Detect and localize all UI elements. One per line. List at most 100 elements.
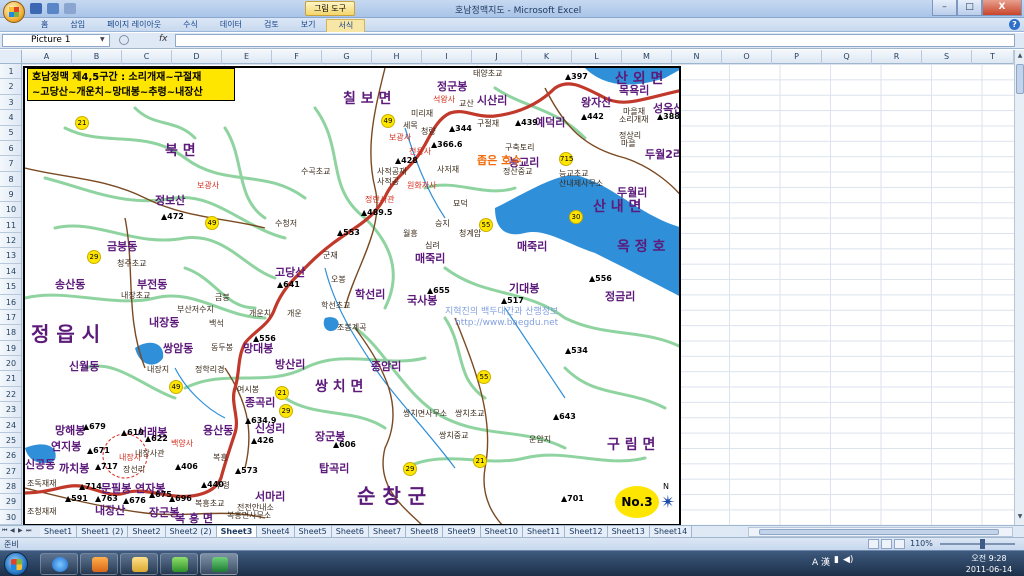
column-header[interactable]: T xyxy=(972,50,1014,64)
row-header[interactable]: 12 xyxy=(0,233,21,249)
vertical-scroll-thumb[interactable] xyxy=(1016,64,1024,94)
column-header[interactable]: G xyxy=(322,50,372,64)
column-header[interactable]: K xyxy=(522,50,572,64)
name-box-dropdown-icon[interactable]: ▼ xyxy=(100,36,105,43)
column-header[interactable]: L xyxy=(572,50,622,64)
page-break-view-icon[interactable] xyxy=(894,539,905,549)
row-header[interactable]: 25 xyxy=(0,433,21,449)
taskbar-ie[interactable] xyxy=(40,553,78,575)
column-header[interactable]: N xyxy=(672,50,722,64)
ribbon-tab[interactable]: 페이지 레이아웃 xyxy=(96,19,172,32)
sheet-tab[interactable]: Sheet10 xyxy=(480,526,523,537)
last-sheet-icon[interactable]: ⏭ xyxy=(26,527,32,535)
taskbar-app-green[interactable] xyxy=(160,553,198,575)
map-picture[interactable]: 호남정맥 제4,5구간 : 소리개재~구절재 ~고당산~개운치~망대봉~추령~내… xyxy=(23,66,681,526)
column-header[interactable]: S xyxy=(922,50,972,64)
sheet-tab[interactable]: Sheet14 xyxy=(649,526,693,537)
sheet-tab[interactable]: Sheet12 xyxy=(565,526,608,537)
row-header[interactable]: 27 xyxy=(0,464,21,479)
page-layout-view-icon[interactable] xyxy=(881,539,892,549)
formula-input[interactable] xyxy=(175,34,1015,47)
column-header[interactable]: C xyxy=(122,50,172,64)
sheet-tab[interactable]: Sheet2 xyxy=(128,526,166,537)
scroll-up-icon[interactable]: ▲ xyxy=(1016,52,1024,62)
ribbon-tab[interactable]: 홈 xyxy=(30,19,59,32)
column-header[interactable]: R xyxy=(872,50,922,64)
row-header[interactable]: 29 xyxy=(0,494,21,510)
ribbon-tab[interactable]: 삽입 xyxy=(59,19,96,32)
row-header[interactable]: 23 xyxy=(0,402,21,418)
ribbon-tab[interactable]: 데이터 xyxy=(209,19,253,32)
column-header[interactable]: P xyxy=(772,50,822,64)
vertical-scrollbar[interactable]: ▲ ▼ xyxy=(1014,50,1024,525)
row-header[interactable]: 18 xyxy=(0,325,21,341)
row-header[interactable]: 17 xyxy=(0,310,21,326)
row-header[interactable]: 2 xyxy=(0,79,21,95)
scroll-down-icon[interactable]: ▼ xyxy=(1016,513,1024,523)
start-button[interactable] xyxy=(4,552,28,576)
row-header[interactable]: 28 xyxy=(0,479,21,495)
row-header[interactable]: 20 xyxy=(0,356,21,372)
zoom-level[interactable]: 110% xyxy=(910,539,933,548)
first-sheet-icon[interactable]: ⏮ xyxy=(2,527,8,535)
sheet-tab[interactable]: Sheet9 xyxy=(443,526,481,537)
row-header[interactable]: 8 xyxy=(0,172,21,187)
row-header[interactable]: 7 xyxy=(0,156,21,172)
normal-view-icon[interactable] xyxy=(868,539,879,549)
row-header[interactable]: 21 xyxy=(0,371,21,387)
zoom-slider[interactable] xyxy=(940,539,1015,549)
row-header[interactable]: 9 xyxy=(0,187,21,203)
row-header[interactable]: 3 xyxy=(0,95,21,111)
next-sheet-icon[interactable]: ▶ xyxy=(18,527,24,535)
ribbon-tab[interactable]: 서식 xyxy=(326,19,366,32)
sheet-tab[interactable]: Sheet6 xyxy=(331,526,369,537)
column-header[interactable]: O xyxy=(722,50,772,64)
sheet-tab[interactable]: Sheet13 xyxy=(607,526,650,537)
horizontal-scroll-thumb[interactable] xyxy=(759,529,999,535)
column-header[interactable]: Q xyxy=(822,50,872,64)
column-header[interactable]: H xyxy=(372,50,422,64)
row-header[interactable]: 5 xyxy=(0,125,21,141)
row-header[interactable]: 15 xyxy=(0,279,21,295)
taskbar-media-player[interactable] xyxy=(80,553,118,575)
sheet-tab[interactable]: Sheet3 xyxy=(216,526,258,537)
office-button[interactable] xyxy=(3,1,25,23)
select-all-corner[interactable] xyxy=(0,50,22,64)
undo-icon[interactable] xyxy=(47,3,59,14)
row-header[interactable]: 4 xyxy=(0,110,21,126)
row-header[interactable]: 10 xyxy=(0,202,21,218)
sheet-tab[interactable]: Sheet4 xyxy=(257,526,295,537)
sheet-tab[interactable]: Sheet1 (2) xyxy=(77,526,129,537)
prev-sheet-icon[interactable]: ◀ xyxy=(10,527,16,535)
ribbon-tab[interactable]: 수식 xyxy=(172,19,209,32)
network-icon[interactable]: ▮ xyxy=(834,555,839,568)
save-icon[interactable] xyxy=(30,3,42,14)
insert-function-button[interactable]: fx xyxy=(115,34,173,47)
taskbar-explorer[interactable] xyxy=(120,553,158,575)
tray-language[interactable]: A 漢 xyxy=(812,555,830,568)
column-header[interactable]: B xyxy=(72,50,122,64)
row-header[interactable]: 22 xyxy=(0,387,21,403)
row-header[interactable]: 14 xyxy=(0,264,21,280)
name-box[interactable]: Picture 1 xyxy=(2,34,110,47)
row-header[interactable]: 30 xyxy=(0,510,21,525)
row-header[interactable]: 24 xyxy=(0,418,21,433)
taskbar-clock[interactable]: 오전 9:28 2011-06-14 xyxy=(960,553,1018,575)
redo-icon[interactable] xyxy=(64,3,76,14)
sheet-tab[interactable]: Sheet2 (2) xyxy=(165,526,217,537)
volume-icon[interactable]: ◀) xyxy=(843,555,853,568)
column-header[interactable]: D xyxy=(172,50,222,64)
column-header[interactable]: A xyxy=(22,50,72,64)
row-header[interactable]: 11 xyxy=(0,218,21,234)
minimize-button[interactable]: – xyxy=(932,0,957,16)
zoom-slider-handle[interactable] xyxy=(980,539,985,549)
column-header[interactable]: I xyxy=(422,50,472,64)
column-header[interactable]: E xyxy=(222,50,272,64)
row-header[interactable]: 13 xyxy=(0,248,21,264)
column-header[interactable]: J xyxy=(472,50,522,64)
maximize-button[interactable]: □ xyxy=(957,0,982,16)
horizontal-scrollbar[interactable] xyxy=(748,527,1013,537)
row-header[interactable]: 19 xyxy=(0,341,21,357)
row-header[interactable]: 16 xyxy=(0,295,21,310)
sheet-tab[interactable]: Sheet1 xyxy=(40,526,78,537)
